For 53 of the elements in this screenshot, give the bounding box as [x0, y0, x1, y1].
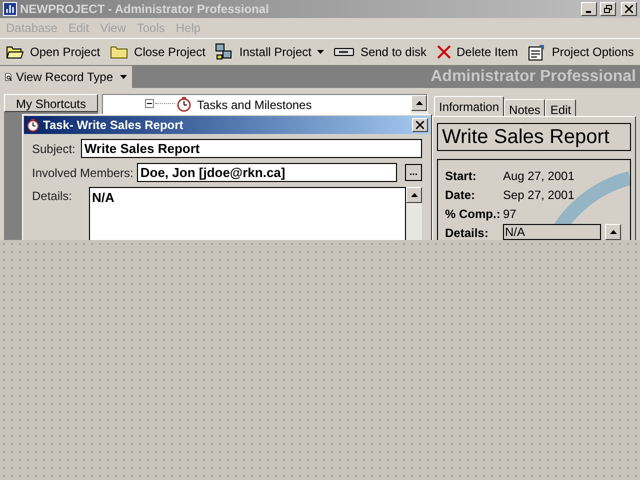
dialog-title: Task- Write Sales Report: [43, 117, 184, 134]
toolbar-button[interactable]: Close Project: [108, 43, 208, 61]
app-bar-chart-icon: [3, 2, 17, 16]
toolbar-button[interactable]: Open Project: [4, 43, 102, 61]
field-label: Involved Members:: [32, 164, 134, 182]
scroll-up-button[interactable]: [411, 95, 427, 111]
info-value: Sep 27, 2001: [503, 187, 574, 204]
up-arrow-icon: [416, 101, 422, 105]
up-arrow-icon: [410, 193, 418, 197]
info-value: Aug 27, 2001: [503, 168, 574, 185]
browse-button[interactable]: ...: [405, 164, 422, 181]
open-folder-icon: [6, 44, 24, 60]
shortcuts-button[interactable]: My Shortcuts: [4, 94, 98, 112]
toolbar-button[interactable]: Delete Item: [434, 43, 520, 61]
info-label: Start:: [445, 168, 478, 185]
details-field[interactable]: N/A: [89, 187, 406, 243]
tab[interactable]: Information: [434, 96, 504, 116]
close-button[interactable]: [621, 2, 637, 16]
close-icon: [625, 5, 633, 13]
scroll-up-button[interactable]: [605, 224, 621, 240]
caret-icon: [120, 75, 127, 79]
info-label: Details:: [445, 225, 490, 242]
restore-icon: [604, 5, 612, 13]
info-value: 97: [503, 206, 516, 223]
details-box: N/A: [503, 224, 601, 240]
tree-item[interactable]: Tasks and Milestones: [197, 96, 312, 114]
options-sheet-icon: [528, 44, 546, 60]
computers-icon: [215, 43, 234, 61]
tab[interactable]: Edit: [545, 99, 576, 116]
scroll-up-button[interactable]: [406, 187, 422, 203]
restore-button[interactable]: [600, 2, 616, 16]
folder-icon: [110, 44, 128, 60]
stopwatch-icon: [26, 118, 40, 132]
field-label: Details:: [32, 188, 74, 205]
toolbar-button[interactable]: Install Project: [213, 43, 326, 61]
subject-field[interactable]: Write Sales Report: [81, 139, 422, 158]
toolbar-button[interactable]: Send to disk: [332, 43, 428, 61]
disk-drive-icon: [334, 47, 354, 57]
info-label: Date:: [445, 187, 476, 204]
info-label: % Comp.:: [445, 206, 502, 223]
toolbar-button[interactable]: Project Options: [526, 43, 636, 61]
window-title: NEWPROJECT - Administrator Professional: [20, 1, 270, 18]
delete-x-icon: [436, 45, 450, 59]
record-heading: Write Sales Report: [437, 123, 631, 151]
up-arrow-icon: [610, 230, 616, 234]
collapse-icon[interactable]: [145, 99, 154, 108]
field-label: Subject:: [32, 140, 76, 158]
banner-title: Administrator Professional: [430, 67, 636, 87]
close-icon: [416, 121, 424, 129]
members-field[interactable]: Doe, Jon [jdoe@rkn.ca]: [137, 163, 397, 182]
minimize-button[interactable]: [581, 2, 597, 16]
dialog-close-button[interactable]: [412, 118, 428, 132]
tab[interactable]: Notes: [504, 99, 546, 116]
